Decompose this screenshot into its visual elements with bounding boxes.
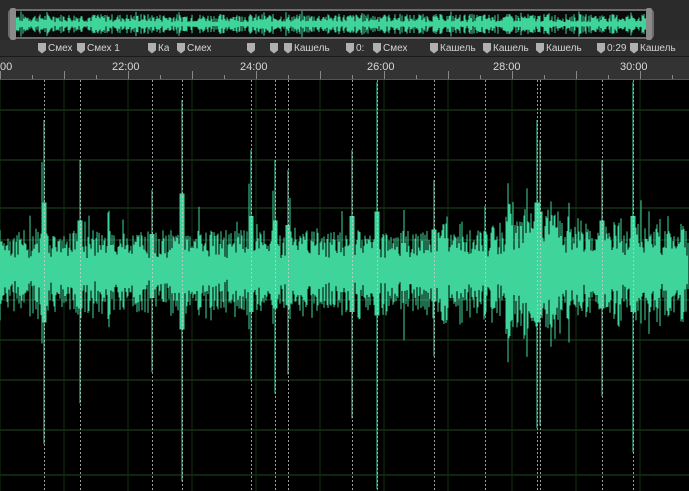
marker-flag-icon — [373, 42, 381, 54]
ruler-tick — [128, 71, 129, 79]
marker-flag-icon — [148, 42, 156, 54]
time-ruler[interactable]: 00 22:00 24:00 26:00 28:00 30:00 — [0, 57, 689, 80]
marker[interactable]: Ка — [148, 41, 176, 55]
ruler-label: 22:00 — [112, 61, 140, 73]
marker-flag-icon — [38, 42, 46, 54]
ruler-tick — [672, 75, 673, 79]
overview-waveform — [10, 11, 652, 37]
marker-flag-icon — [177, 42, 185, 54]
ruler-tick — [32, 75, 33, 79]
marker-flag-icon — [270, 42, 278, 54]
marker-flag-icon — [77, 42, 85, 54]
marker-flag-icon — [597, 42, 605, 54]
marker-flag-icon — [430, 42, 438, 54]
ruler-label: 24:00 — [240, 61, 268, 73]
marker[interactable]: Смех — [177, 41, 245, 55]
ruler-tick — [224, 75, 225, 79]
marker[interactable]: Смех 1 — [77, 41, 147, 55]
ruler-label: 00 — [0, 61, 13, 73]
ruler-tick — [608, 75, 609, 79]
waveform-display[interactable] — [0, 80, 689, 491]
marker[interactable]: Кашель — [536, 41, 596, 55]
marker-flag-icon — [284, 42, 292, 54]
marker[interactable]: Кашель — [430, 41, 482, 55]
marker[interactable]: 0: — [346, 41, 372, 55]
ruler-tick — [192, 71, 193, 79]
marker[interactable]: Кашель — [284, 41, 344, 55]
ruler-label: 26:00 — [367, 61, 395, 73]
ruler-tick — [352, 75, 353, 79]
overview-wave-path — [10, 11, 652, 37]
ruler-tick — [416, 75, 417, 79]
marker[interactable]: Смех — [38, 41, 76, 55]
overview-panel — [0, 0, 689, 40]
marker[interactable] — [270, 41, 282, 55]
ruler-tick — [64, 71, 65, 79]
marker-flag-icon — [247, 42, 255, 54]
waveform — [0, 80, 689, 491]
marker-flag-icon — [630, 42, 638, 54]
ruler-tick — [384, 71, 385, 79]
ruler-tick — [448, 71, 449, 79]
ruler-tick — [576, 71, 577, 79]
overview-navigator[interactable] — [8, 9, 654, 39]
ruler-tick — [160, 75, 161, 79]
ruler-tick — [512, 71, 513, 79]
ruler-tick — [96, 75, 97, 79]
marker-flag-icon — [536, 42, 544, 54]
marker-flag-icon — [346, 42, 354, 54]
marker[interactable] — [247, 41, 267, 55]
marker[interactable]: Кашель — [630, 41, 689, 55]
ruler-label: 30:00 — [620, 61, 648, 73]
marker-flag-icon — [483, 42, 491, 54]
ruler-tick — [320, 71, 321, 79]
waveform-path — [0, 82, 689, 489]
marker[interactable]: Кашель — [483, 41, 535, 55]
ruler-label: 28:00 — [493, 61, 521, 73]
ruler-tick — [288, 75, 289, 79]
marker-bar: Смех Смех 1 Ка Смех Кашель 0: Смех Кашел… — [0, 40, 689, 57]
ruler-tick — [544, 75, 545, 79]
overview-left-handle[interactable] — [10, 8, 16, 40]
marker[interactable]: 0:29 — [597, 41, 629, 55]
ruler-tick — [480, 75, 481, 79]
ruler-tick — [640, 71, 641, 79]
ruler-tick — [0, 71, 1, 79]
marker[interactable]: Смех — [373, 41, 428, 55]
overview-right-handle[interactable] — [646, 8, 652, 40]
ruler-tick — [256, 71, 257, 79]
